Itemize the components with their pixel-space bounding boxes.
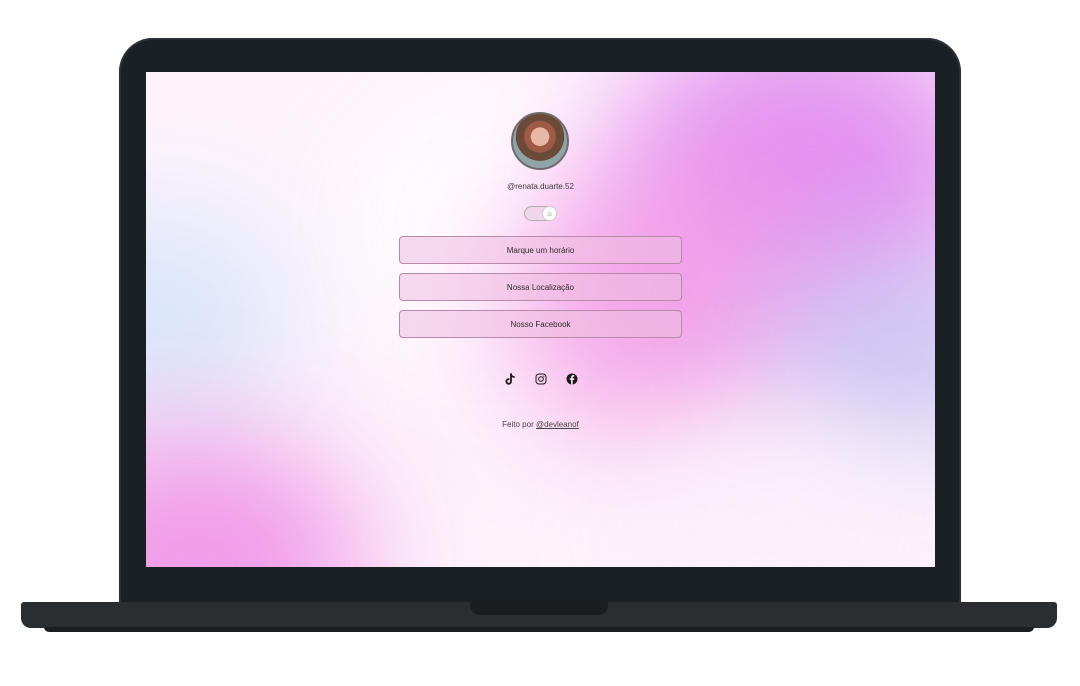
tiktok-icon[interactable] bbox=[503, 372, 517, 386]
laptop-notch bbox=[470, 602, 608, 615]
laptop-base-shadow bbox=[44, 627, 1034, 632]
link-button-schedule[interactable]: Marque um horário bbox=[399, 236, 682, 264]
theme-toggle[interactable]: ☼ bbox=[524, 206, 557, 221]
link-button-label: Marque um horário bbox=[506, 245, 575, 255]
link-button-label: Nosso Facebook bbox=[510, 319, 571, 329]
sun-icon: ☼ bbox=[542, 206, 557, 221]
link-button-label: Nossa Localização bbox=[506, 282, 575, 292]
social-icons bbox=[146, 372, 935, 386]
author-link[interactable]: @devleanof bbox=[536, 420, 579, 429]
avatar bbox=[511, 112, 569, 170]
link-button-location[interactable]: Nossa Localização bbox=[399, 273, 682, 301]
laptop-screen: @renata.duarte.52 ☼ Marque um horário No… bbox=[146, 72, 935, 567]
facebook-icon[interactable] bbox=[565, 372, 579, 386]
profile-handle: @renata.duarte.52 bbox=[507, 182, 574, 191]
link-button-facebook[interactable]: Nosso Facebook bbox=[399, 310, 682, 338]
instagram-icon[interactable] bbox=[534, 372, 548, 386]
footer-credit: Feito por @devleanof bbox=[146, 420, 935, 429]
laptop-mockup: @renata.duarte.52 ☼ Marque um horário No… bbox=[0, 0, 1080, 686]
link-page: @renata.duarte.52 ☼ Marque um horário No… bbox=[146, 72, 935, 567]
footer-prefix: Feito por bbox=[502, 420, 534, 429]
